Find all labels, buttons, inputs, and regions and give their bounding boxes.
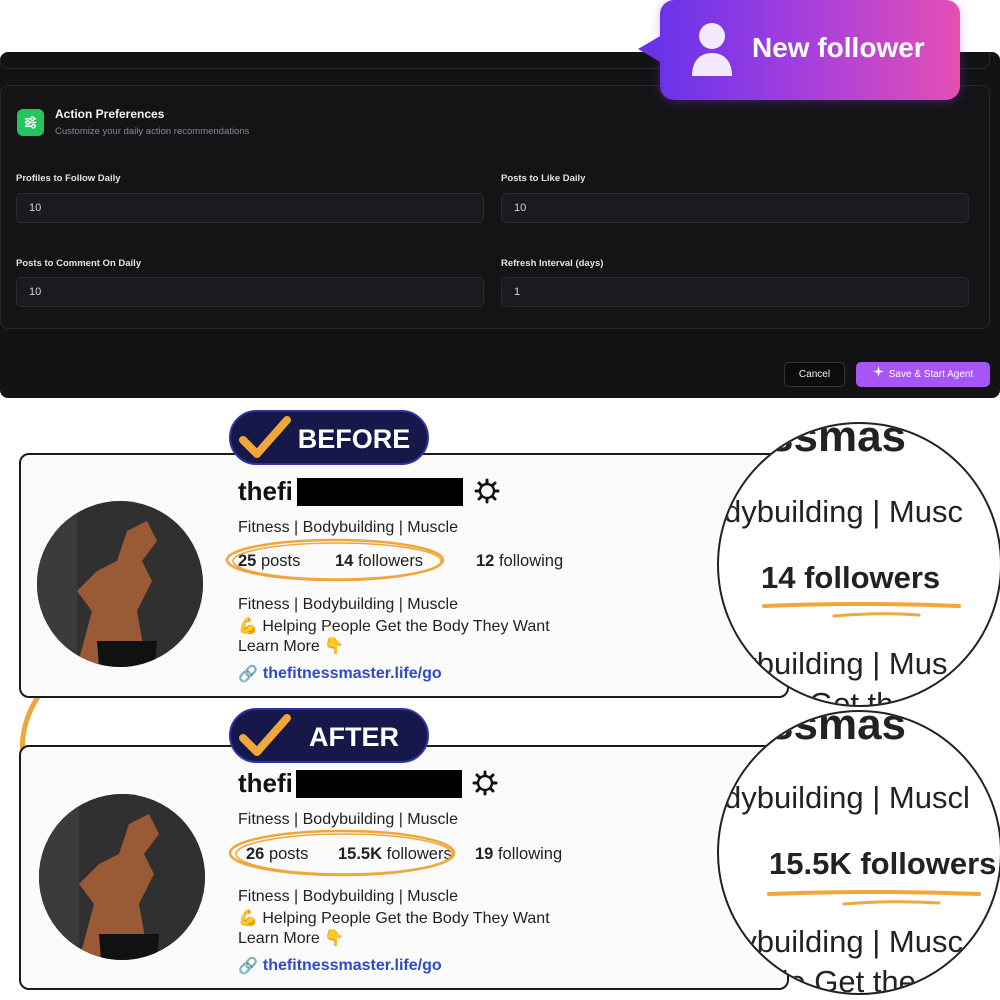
zoom-category-fragment: dybuilding | Muscl	[724, 780, 970, 815]
checkmark-icon	[239, 416, 291, 458]
checkmark-icon	[239, 714, 291, 756]
before-bio-line-3: Learn More 👇	[238, 638, 345, 655]
after-profile-link[interactable]: 🔗 thefitnessmaster.life/go	[238, 956, 442, 976]
before-bio-line-1: Fitness | Bodybuilding | Muscle	[238, 596, 458, 613]
zoom-bio-fragment: dybuilding | Mus	[724, 646, 948, 681]
after-username-redaction	[296, 770, 462, 798]
before-following-count[interactable]: 12 following	[476, 552, 563, 571]
settings-gear-icon[interactable]	[474, 478, 500, 504]
after-stats-highlight-oval	[228, 829, 456, 877]
link-icon: 🔗	[238, 666, 258, 683]
zoom-followers-highlight: 14 followers	[761, 560, 941, 595]
settings-gear-icon[interactable]	[472, 770, 498, 796]
before-stats-highlight-oval	[225, 538, 445, 582]
zoom-username-fragment: ssmas	[769, 422, 907, 461]
zoom-bio-fragment-2: ople Get the	[747, 964, 916, 995]
after-following-count[interactable]: 19 following	[475, 845, 562, 864]
after-badge: AFTER	[229, 708, 429, 763]
before-avatar	[37, 501, 203, 667]
after-username: thefi	[238, 768, 293, 798]
before-link-text: thefitnessmaster.life/go	[262, 665, 442, 682]
zoom-followers-highlight: 15.5K followers	[769, 846, 997, 881]
before-username-redaction	[297, 478, 463, 506]
after-zoom-circle: ssmas dybuilding | Muscl 15.5K followers…	[717, 710, 1000, 995]
before-profile-link[interactable]: 🔗 thefitnessmaster.life/go	[238, 664, 442, 684]
before-badge-label: BEFORE	[297, 424, 411, 454]
before-zoom-circle: ssmas dybuilding | Musc 14 followers dyb…	[717, 422, 1000, 707]
after-link-text: thefitnessmaster.life/go	[262, 957, 442, 974]
after-bio-line-1: Fitness | Bodybuilding | Muscle	[238, 888, 458, 905]
zoom-bio-fragment: dybuilding | Musc	[724, 924, 963, 959]
zoom-username-fragment: ssmas	[769, 710, 907, 749]
after-avatar	[39, 794, 205, 960]
zoom-category-fragment: dybuilding | Musc	[724, 494, 963, 529]
zoom-bio-fragment-2: ple Get th	[759, 686, 894, 707]
before-username: thefi	[238, 476, 293, 506]
after-bio-line-2: 💪 Helping People Get the Body They Want	[238, 910, 550, 927]
before-category: Fitness | Bodybuilding | Muscle	[238, 519, 458, 536]
link-icon: 🔗	[238, 958, 258, 975]
zoom-underline	[767, 890, 981, 906]
after-badge-label: AFTER	[309, 722, 399, 752]
after-bio-line-3: Learn More 👇	[238, 930, 345, 947]
before-bio-line-2: 💪 Helping People Get the Body They Want	[238, 618, 550, 635]
zoom-underline	[762, 602, 961, 618]
before-badge: BEFORE	[229, 410, 429, 465]
